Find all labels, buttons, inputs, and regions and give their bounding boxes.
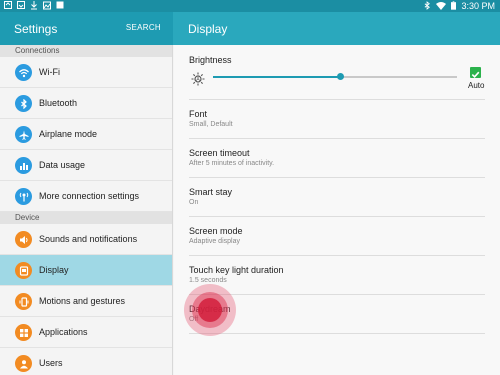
airplane-icon [15, 126, 32, 143]
auto-brightness-label: Auto [468, 81, 485, 90]
sidebar-item-bluetooth[interactable]: Bluetooth [0, 88, 172, 119]
sidebar-item-label: Display [39, 265, 69, 275]
sidebar-item-label: Applications [39, 327, 88, 337]
applications-icon [15, 324, 32, 341]
brightness-setting: Brightness A Auto [189, 45, 485, 100]
sidebar-item-airplane-mode[interactable]: Airplane mode [0, 119, 172, 150]
brightness-label: Brightness [189, 55, 232, 65]
sound-icon [15, 231, 32, 248]
setting-screen-mode[interactable]: Screen mode Adaptive display [189, 217, 485, 256]
setting-font[interactable]: Font Small, Default [189, 100, 485, 139]
brightness-slider-fill [213, 76, 340, 78]
display-icon [15, 262, 32, 279]
status-left-icons [4, 1, 64, 10]
setting-subtitle: After 5 minutes of inactivity. [189, 160, 275, 167]
setting-title: Screen timeout [189, 148, 250, 158]
settings-header: Settings SEARCH [0, 12, 173, 45]
sidebar-item-label: Motions and gestures [39, 296, 126, 306]
touch-indicator [184, 284, 236, 336]
setting-title: Touch key light duration [189, 265, 284, 275]
data-usage-icon [15, 157, 32, 174]
sidebar-item-motions-and-gestures[interactable]: Motions and gestures [0, 286, 172, 317]
notification-icon [4, 1, 12, 10]
sidebar-item-label: Wi-Fi [39, 67, 60, 77]
wifi-icon [15, 64, 32, 81]
setting-touch-key-light-duration[interactable]: Touch key light duration 1.5 seconds [189, 256, 485, 295]
sidebar-item-wifi[interactable]: Wi-Fi [0, 57, 172, 88]
sidebar-item-applications[interactable]: Applications [0, 317, 172, 348]
motion-icon [15, 293, 32, 310]
settings-sidebar: Connections Wi-Fi Bluetooth Airplane mod… [0, 45, 173, 375]
sidebar-item-data-usage[interactable]: Data usage [0, 150, 172, 181]
setting-title: Screen mode [189, 226, 243, 236]
bluetooth-icon [15, 95, 32, 112]
users-icon [15, 355, 32, 372]
sidebar-item-label: More connection settings [39, 191, 140, 201]
touch-indicator-core [198, 298, 222, 322]
sidebar-item-label: Sounds and notifications [39, 234, 138, 244]
notification-icon [17, 1, 25, 10]
setting-subtitle: 1.5 seconds [189, 277, 227, 284]
sidebar-item-label: Users [39, 358, 63, 368]
sidebar-item-label: Bluetooth [39, 98, 78, 108]
battery-icon [451, 0, 457, 12]
sidebar-item-more-connection-settings[interactable]: More connection settings [0, 181, 172, 212]
status-time: 3:30 PM [461, 1, 495, 11]
section-header-connections: Connections [0, 45, 172, 57]
setting-screen-timeout[interactable]: Screen timeout After 5 minutes of inacti… [189, 139, 485, 178]
wifi-icon [436, 1, 447, 12]
section-header-device: Device [0, 212, 172, 224]
settings-title: Settings [14, 22, 58, 36]
sidebar-item-label: Airplane mode [39, 129, 98, 139]
search-button[interactable]: SEARCH [126, 23, 161, 32]
svg-text:A: A [196, 77, 200, 83]
download-icon [30, 1, 38, 10]
image-icon [43, 1, 51, 10]
sidebar-item-sounds-and-notifications[interactable]: Sounds and notifications [0, 224, 172, 255]
display-header: Display [173, 12, 500, 45]
status-right-icons: 3:30 PM [424, 0, 495, 12]
sidebar-item-users[interactable]: Users [0, 348, 172, 375]
notification-icon [56, 1, 64, 10]
setting-smart-stay[interactable]: Smart stay On [189, 178, 485, 217]
sidebar-item-label: Data usage [39, 160, 86, 170]
auto-brightness-checkbox[interactable] [470, 67, 481, 78]
status-bar: 3:30 PM [0, 0, 500, 12]
setting-title: Font [189, 109, 208, 119]
connection-settings-icon [15, 188, 32, 205]
bluetooth-icon [424, 0, 431, 12]
setting-subtitle: Adaptive display [189, 238, 240, 245]
display-title: Display [188, 22, 228, 36]
setting-subtitle: On [189, 199, 199, 206]
sidebar-item-display[interactable]: Display [0, 255, 172, 286]
brightness-icon: A [191, 72, 205, 86]
brightness-slider-thumb[interactable] [336, 73, 344, 80]
brightness-slider[interactable] [213, 73, 457, 80]
setting-subtitle: Small, Default [189, 121, 233, 128]
setting-title: Smart stay [189, 187, 233, 197]
